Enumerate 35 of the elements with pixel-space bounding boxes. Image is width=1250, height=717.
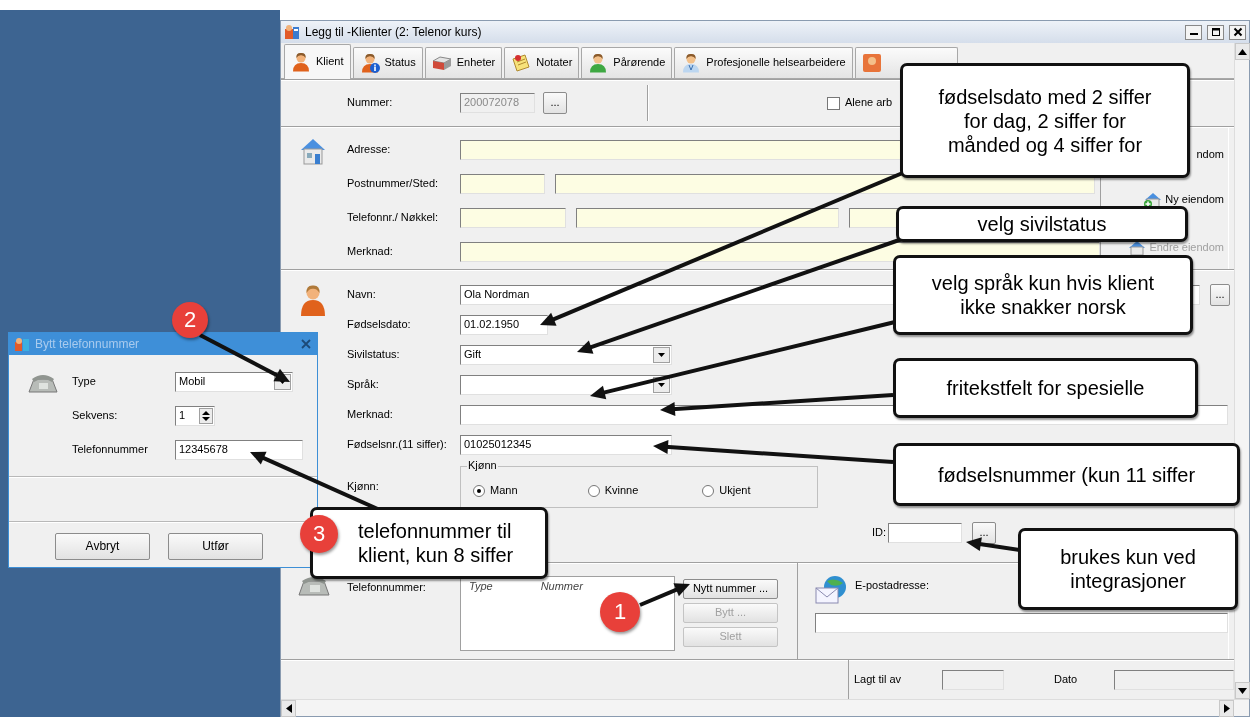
column-header: Nummer xyxy=(540,580,583,594)
field-label: Lagt til av xyxy=(854,672,903,687)
field-label: Postnummer/Sted: xyxy=(347,177,440,191)
note-tooltip: fødselsnummer (kun 11 siffer xyxy=(893,443,1240,506)
field-label: Telefonnummer xyxy=(72,443,149,457)
dialog-title: Bytt telefonnummer xyxy=(35,336,141,352)
field-label: Telefonnummer: xyxy=(347,580,427,595)
field-label: Fødselsdato: xyxy=(347,318,412,332)
radio-label: Kvinne xyxy=(604,484,639,498)
note-tooltip: velg språk kun hvis klient ikke snakker norsk xyxy=(893,255,1193,335)
radio-label: Mann xyxy=(490,484,518,498)
field-label: Fødselsnr.(11 siffer): xyxy=(347,438,448,452)
field-label: Telefonnr./ Nøkkel: xyxy=(347,211,440,225)
field-label: ID: xyxy=(872,526,888,540)
field-label: Språk: xyxy=(347,378,380,392)
field-label: Nummer: xyxy=(347,96,394,110)
field-label: Sivilstatus: xyxy=(347,348,401,362)
field-label: Dato xyxy=(1054,672,1079,687)
field-label: Navn: xyxy=(347,288,377,302)
note-tooltip: velg sivilstatus xyxy=(896,206,1188,242)
group-title: Kjønn xyxy=(467,459,498,473)
radio-label: Ukjent xyxy=(719,484,751,498)
field-label: Merknad: xyxy=(347,408,394,422)
note-tooltip: brukes kun ved integrasjoner xyxy=(1018,528,1238,610)
column-header: Type xyxy=(469,580,493,594)
field-label: Merknad: xyxy=(347,245,394,259)
field-label: E-postadresse: xyxy=(855,579,929,593)
field-label: Type xyxy=(72,375,97,389)
field-label: Sekvens: xyxy=(72,409,119,423)
field-label: Kjønn: xyxy=(347,480,380,494)
note-tooltip: fødselsdato med 2 siffer for dag, 2 siffer for månded og 4 siffer for xyxy=(900,63,1190,178)
field-label: Adresse: xyxy=(347,143,392,157)
window-title: Legg til -Klienter (2: Telenor kurs) xyxy=(305,24,483,40)
checkbox-label: Alene arb xyxy=(845,96,893,110)
note-tooltip: fritekstfelt for spesielle xyxy=(893,358,1198,418)
